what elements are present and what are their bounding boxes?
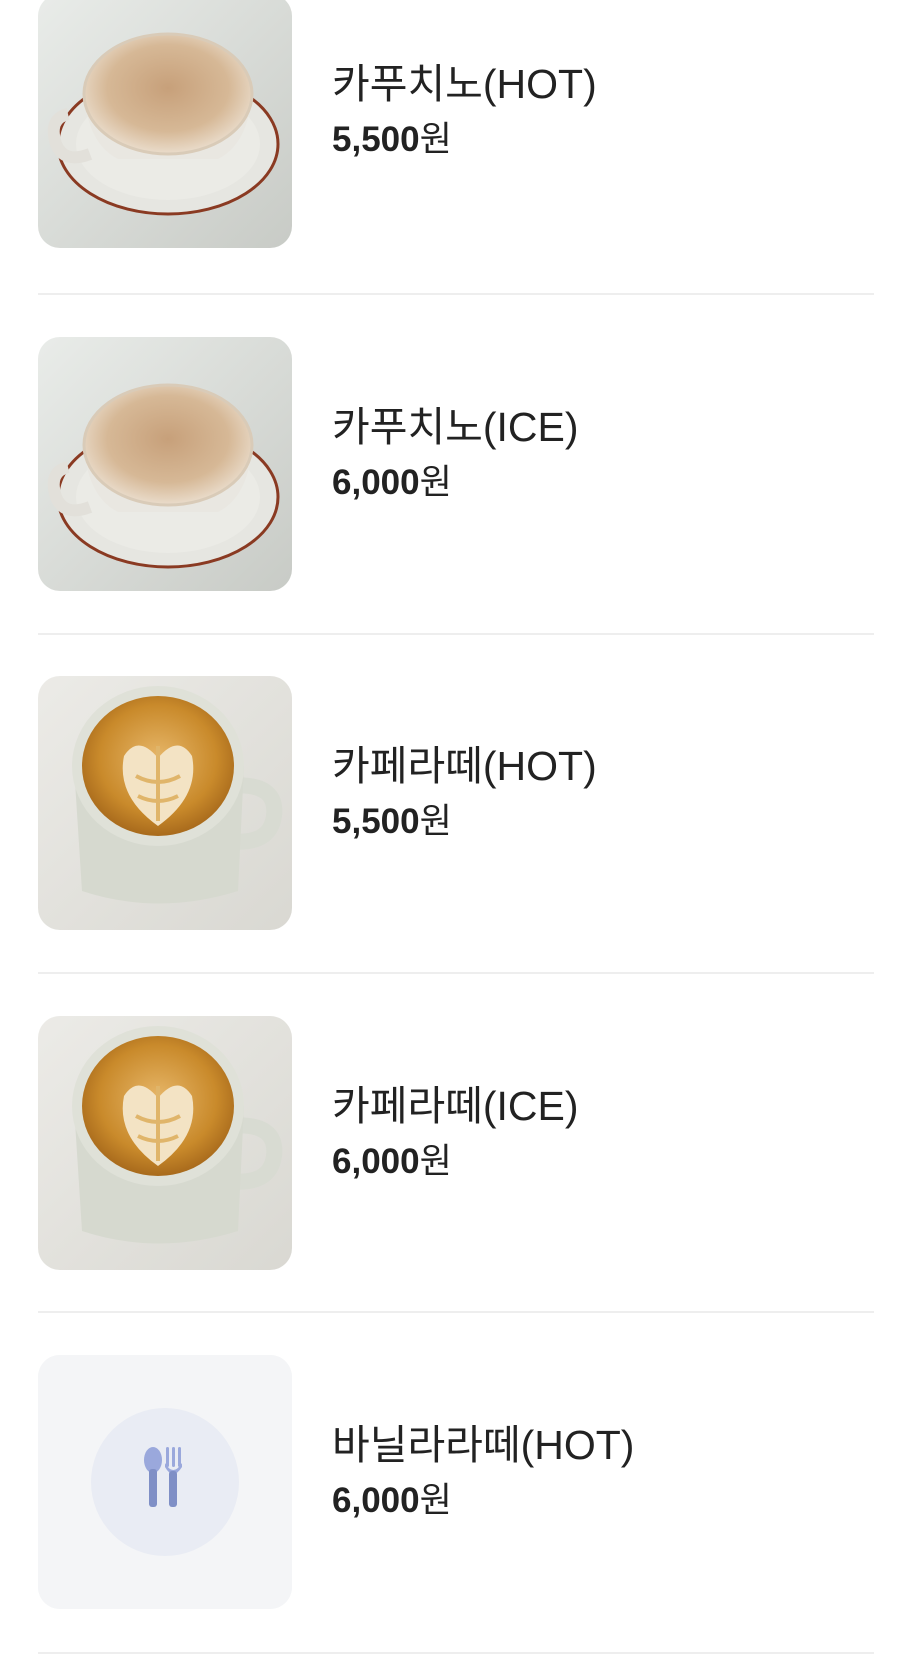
- price-unit: 원: [419, 1481, 452, 1520]
- divider: [38, 1311, 874, 1313]
- item-name: 바닐라라떼(HOT): [332, 1422, 635, 1468]
- item-name: 카푸치노(ICE): [332, 404, 579, 450]
- price-unit: 원: [419, 1142, 452, 1181]
- price-value: 5,500: [332, 802, 420, 841]
- menu-item[interactable]: 카푸치노(ICE) 6,000원: [38, 337, 874, 591]
- price-value: 5,500: [332, 120, 420, 159]
- item-name: 카푸치노(HOT): [332, 61, 597, 107]
- item-name: 카페라떼(HOT): [332, 743, 597, 789]
- utensils-icon: [38, 1355, 292, 1609]
- price-value: 6,000: [332, 1481, 420, 1520]
- item-info: 카페라떼(ICE) 6,000원: [332, 1080, 579, 1184]
- divider: [38, 293, 874, 295]
- item-name: 카페라떼(ICE): [332, 1083, 579, 1129]
- latte-photo: [38, 676, 292, 930]
- item-price: 5,500원: [332, 800, 597, 844]
- item-price: 6,000원: [332, 1140, 579, 1184]
- item-price: 6,000원: [332, 461, 579, 505]
- latte-photo: [38, 1016, 292, 1270]
- divider: [38, 972, 874, 974]
- menu-item[interactable]: 카푸치노(HOT) 5,500원: [38, 0, 874, 248]
- price-value: 6,000: [332, 463, 420, 502]
- price-unit: 원: [419, 120, 452, 159]
- price-unit: 원: [419, 802, 452, 841]
- menu-item[interactable]: 카페라떼(HOT) 5,500원: [38, 676, 874, 930]
- item-info: 카푸치노(HOT) 5,500원: [332, 58, 597, 162]
- menu-item[interactable]: 바닐라라떼(HOT) 6,000원: [38, 1355, 874, 1609]
- item-info: 바닐라라떼(HOT) 6,000원: [332, 1419, 634, 1523]
- divider: [38, 1652, 874, 1654]
- menu-item[interactable]: 카페라떼(ICE) 6,000원: [38, 1016, 874, 1270]
- item-info: 카페라떼(HOT) 5,500원: [332, 740, 597, 844]
- divider: [38, 633, 874, 635]
- image-placeholder: [38, 1355, 292, 1609]
- cappuccino-photo: [38, 337, 292, 591]
- item-price: 5,500원: [332, 118, 597, 162]
- cappuccino-photo: [38, 0, 292, 248]
- item-info: 카푸치노(ICE) 6,000원: [332, 401, 579, 505]
- item-price: 6,000원: [332, 1479, 634, 1523]
- price-unit: 원: [419, 463, 452, 502]
- price-value: 6,000: [332, 1142, 420, 1181]
